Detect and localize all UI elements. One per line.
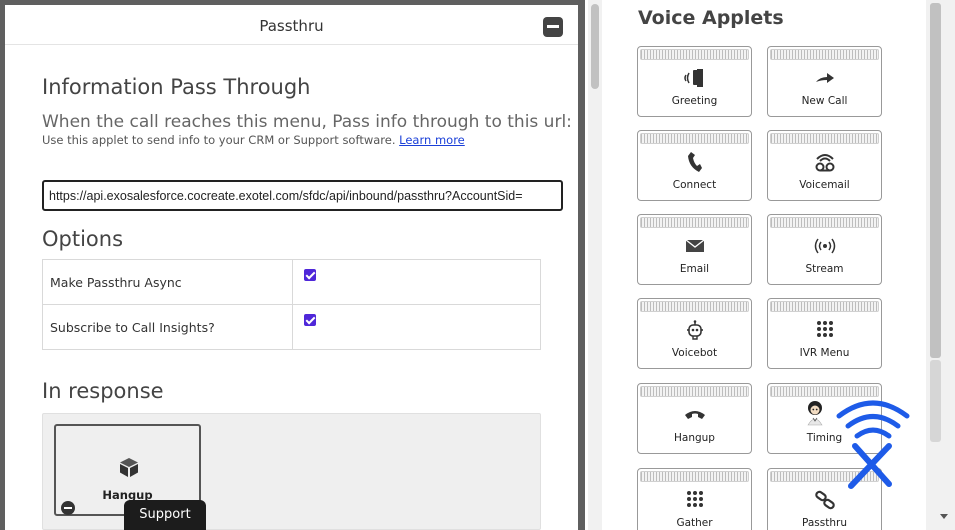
table-row: Subscribe to Call Insights?: [42, 304, 541, 350]
info-heading: Information Pass Through: [42, 75, 311, 99]
applet-label: Stream: [805, 263, 844, 275]
applet-drag-handle: [770, 217, 879, 228]
right-scrollbar[interactable]: [926, 0, 955, 530]
applet-drag-handle: [770, 133, 879, 144]
table-row: Make Passthru Async: [42, 259, 541, 305]
applet-drag-handle: [640, 133, 749, 144]
applet-voicemail[interactable]: Voicemail: [767, 130, 882, 201]
right-scroll-track[interactable]: [930, 360, 941, 442]
voice-applets-title: Voice Applets: [638, 7, 784, 29]
option-check-cell: [292, 304, 541, 350]
applet-drag-handle: [770, 49, 879, 60]
applet-label: Greeting: [671, 95, 718, 107]
applet-label: IVR Menu: [799, 347, 850, 359]
applet-drag-handle: [770, 301, 879, 312]
applet-drag-handle: [640, 217, 749, 228]
passthru-panel: Passthru Information Pass Through When t…: [5, 5, 578, 530]
remove-icon[interactable]: [61, 501, 75, 515]
url-input[interactable]: [42, 180, 563, 211]
applet-stream[interactable]: Stream: [767, 214, 882, 285]
robot-icon: [638, 319, 751, 341]
wifi-x-logo-icon: [803, 394, 913, 494]
applet-ivr-menu[interactable]: IVR Menu: [767, 298, 882, 369]
applet-voicebot[interactable]: Voicebot: [637, 298, 752, 369]
applet-label: Email: [679, 263, 710, 275]
response-drop-zone[interactable]: Hangup: [42, 413, 541, 530]
options-table: Make Passthru Async Subscribe to Call In…: [42, 259, 541, 350]
support-button[interactable]: Support: [124, 500, 206, 530]
applet-label: New Call: [801, 95, 848, 107]
help-text-body: Use this applet to send info to your CRM…: [42, 133, 396, 147]
applet-hangup[interactable]: Hangup: [637, 383, 752, 454]
applet-label: Gather: [676, 517, 713, 529]
applet-label: Hangup: [674, 432, 715, 444]
option-label-async: Make Passthru Async: [42, 259, 293, 305]
description-text: When the call reaches this menu, Pass in…: [42, 112, 572, 132]
collapse-icon[interactable]: [543, 17, 563, 37]
applet-drag-handle: [640, 301, 749, 312]
applet-label: Passthru: [802, 517, 847, 529]
right-scroll-thumb[interactable]: [930, 3, 941, 358]
new-call-arrow-icon: [768, 67, 881, 89]
hangup-icon: [638, 404, 751, 426]
voicemail-icon: [768, 151, 881, 173]
panel-title: Passthru: [259, 17, 324, 35]
option-label-insights: Subscribe to Call Insights?: [42, 304, 293, 350]
applet-email[interactable]: Email: [637, 214, 752, 285]
options-heading: Options: [42, 227, 124, 251]
applet-greeting[interactable]: Greeting: [637, 46, 752, 117]
left-scroll-thumb[interactable]: [591, 4, 599, 89]
applet-gather[interactable]: Gather: [637, 468, 752, 530]
scroll-down-arrow-icon[interactable]: [940, 514, 948, 519]
applet-drag-handle: [640, 471, 749, 482]
async-checkbox[interactable]: [304, 269, 316, 281]
broadcast-icon: [768, 235, 881, 257]
phone-icon: [638, 151, 751, 173]
cube-icon: [118, 456, 140, 478]
left-scrollbar[interactable]: [588, 0, 602, 530]
help-text: Use this applet to send info to your CRM…: [42, 133, 465, 147]
keypad-icon: [768, 319, 881, 341]
applet-label: Voicemail: [799, 179, 850, 191]
envelope-icon: [638, 235, 751, 257]
panel-header: Passthru: [5, 5, 578, 45]
applet-connect[interactable]: Connect: [637, 130, 752, 201]
passthru-panel-frame: Passthru Information Pass Through When t…: [0, 0, 585, 530]
insights-checkbox[interactable]: [304, 314, 316, 326]
response-heading: In response: [42, 379, 164, 403]
keypad-icon: [638, 489, 751, 511]
learn-more-link[interactable]: Learn more: [399, 133, 465, 147]
applet-drag-handle: [640, 49, 749, 60]
applet-drag-handle: [640, 386, 749, 397]
greeting-speaker-icon: [638, 67, 751, 89]
applet-new-call[interactable]: New Call: [767, 46, 882, 117]
option-check-cell: [292, 259, 541, 305]
applet-label: Connect: [672, 179, 717, 191]
applet-label: Voicebot: [671, 347, 718, 359]
